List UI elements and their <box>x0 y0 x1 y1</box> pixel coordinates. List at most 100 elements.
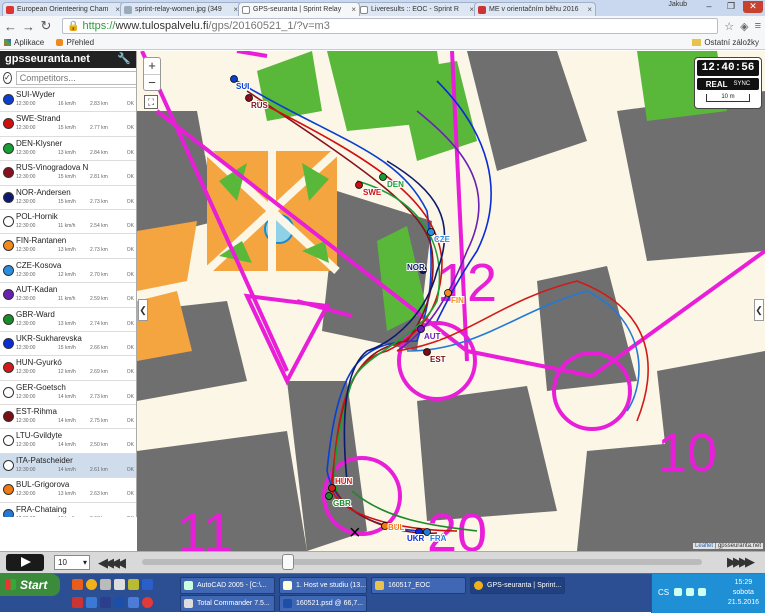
network-icon[interactable] <box>686 588 694 596</box>
competitor-color-dot[interactable] <box>3 435 14 447</box>
competitor-color-dot[interactable] <box>3 215 14 227</box>
competitor-row[interactable]: UKR-Sukharevska 12:30:00 15 km/h 2.66 km OK <box>0 332 136 357</box>
app-icon[interactable] <box>72 597 83 608</box>
start-button[interactable]: Start <box>0 574 60 596</box>
bookmark-apps[interactable]: Aplikace <box>4 38 44 47</box>
competitor-color-dot[interactable] <box>3 289 14 301</box>
competitor-row[interactable]: LTU-Gvildyte 12:30:00 14 km/h 2.50 km OK <box>0 429 136 454</box>
app-icon[interactable] <box>128 579 139 590</box>
leaflet-link[interactable]: Leaflet <box>695 543 713 549</box>
expand-panel-icon[interactable]: ❮ <box>754 299 764 321</box>
competitor-row[interactable]: EST-Rihma 12:30:00 14 km/h 2.75 km OK <box>0 405 136 430</box>
volume-icon[interactable] <box>698 588 706 596</box>
competitor-row[interactable]: GER-Goetsch 12:30:00 14 km/h 2.73 km OK <box>0 381 136 406</box>
competitor-color-dot[interactable] <box>3 386 14 398</box>
sync-mode-toggle[interactable]: SYNC <box>734 81 751 87</box>
star-icon[interactable]: ☆ <box>724 20 734 33</box>
timeline-slider[interactable] <box>142 554 702 570</box>
bookmark-prehled[interactable]: Přehled <box>56 38 94 47</box>
app-icon[interactable] <box>114 579 125 590</box>
browser-user-name[interactable]: Jakub <box>668 1 687 8</box>
app-icon[interactable] <box>100 579 111 590</box>
taskbar-host-studio[interactable]: 1. Host ve studiu (13... <box>279 577 367 594</box>
competitor-color-dot[interactable] <box>3 191 14 203</box>
competitor-color-dot[interactable] <box>3 484 14 496</box>
real-mode-toggle[interactable]: REAL <box>706 80 728 89</box>
taskbar-folder[interactable]: 160517_EOC <box>371 577 466 594</box>
competitor-row[interactable]: GBR-Ward 12:30:00 13 km/h 2.74 km OK <box>0 308 136 332</box>
competitor-row[interactable]: FRA-Chataing12:30:0013 km/h2.67 kmOK <box>0 503 136 517</box>
competitor-row[interactable]: HUN-Gyurkó 12:30:00 12 km/h 2.69 km OK <box>0 356 136 381</box>
tab-gps-seuranta[interactable]: GPS-seuranta | Sprint Relay × <box>238 2 360 16</box>
competitor-color-dot[interactable] <box>3 94 14 105</box>
clock[interactable]: 15:29 sobota 21.5.2016 <box>728 578 759 608</box>
app-icon[interactable] <box>100 597 111 608</box>
forward-arrow-icon[interactable]: → <box>22 19 35 34</box>
competitor-row[interactable]: FIN-Rantanen 12:30:00 13 km/h 2.73 km OK <box>0 234 136 259</box>
reload-icon[interactable]: ↻ <box>40 18 52 34</box>
collapse-sidebar-icon[interactable]: ❮ <box>138 299 148 321</box>
competitor-row[interactable]: POL-Hornik 12:30:00 11 km/h 2.54 km OK <box>0 210 136 235</box>
zoom-in-button[interactable]: + <box>144 58 160 74</box>
taskbar-total-commander[interactable]: Total Commander 7.5... <box>180 595 275 612</box>
competitor-color-dot[interactable] <box>3 142 14 154</box>
taskbar-autocad[interactable]: AutoCAD 2005 - [C:\... <box>180 577 275 594</box>
map-view[interactable]: 12 10 11 20 × SUI RUS DEN SWE CZE NOR FIN AUT ES… <box>137 51 765 551</box>
competitor-color-dot[interactable] <box>3 362 14 374</box>
close-tab-icon[interactable]: × <box>351 3 356 16</box>
timeline-handle[interactable] <box>281 554 294 570</box>
menu-icon[interactable]: ≡ <box>755 20 761 33</box>
photoshop-icon[interactable] <box>114 597 125 608</box>
tab-eoc[interactable]: European Orienteering Cham × <box>2 2 124 16</box>
extension-icon[interactable]: ◈ <box>740 20 748 33</box>
taskbar-gps-seuranta[interactable]: GPS-seuranta | Sprint... <box>470 577 565 594</box>
tray-icon[interactable] <box>674 588 682 596</box>
tab-me-orientacni[interactable]: ME v orientačním běhu 2016 × <box>474 2 596 16</box>
competitor-row[interactable]: AUT-Kadan 12:30:00 11 km/h 2.59 km OK <box>0 283 136 308</box>
competitor-row[interactable]: DEN-Klysner 12:30:00 13 km/h 2.84 km OK <box>0 137 136 162</box>
competitor-color-dot[interactable] <box>3 459 14 471</box>
fullscreen-icon[interactable]: ⛶ <box>144 95 158 109</box>
competitor-row[interactable]: RUS-Vinogradova N 12:30:00 15 km/h 2.81 km O… <box>0 161 136 186</box>
competitor-color-dot[interactable] <box>3 167 14 179</box>
url-input[interactable]: 🔒 https://www.tulospalvelu.fi/gps/2016052… <box>62 18 719 34</box>
fast-forward-icon[interactable]: ▶▶▶▶ <box>727 554 755 570</box>
back-arrow-icon[interactable]: ← <box>4 19 17 34</box>
competitor-row[interactable]: NOR-Andersen 12:30:00 15 km/h 2.73 km OK <box>0 186 136 210</box>
competitor-row[interactable]: BUL-Grigorova 12:30:00 13 km/h 2.63 km OK <box>0 478 136 503</box>
zoom-out-button[interactable]: − <box>144 74 160 90</box>
close-window-icon[interactable]: ✕ <box>743 1 763 13</box>
maximize-icon[interactable]: ❐ <box>721 1 741 13</box>
speed-select[interactable]: 10 <box>54 555 90 570</box>
runner-marker-swe[interactable] <box>355 181 363 189</box>
competitor-color-dot[interactable] <box>3 264 14 276</box>
app-icon[interactable] <box>128 597 139 608</box>
tab-liveresults[interactable]: Liveresults :: EOC - Sprint R × <box>356 2 478 16</box>
chrome-icon[interactable] <box>86 579 97 590</box>
language-indicator[interactable]: CS <box>658 588 669 597</box>
competitor-color-dot[interactable] <box>3 508 14 517</box>
app-icon[interactable] <box>72 579 83 590</box>
competitor-row[interactable]: SWE-Strand 12:30:00 15 km/h 2.77 km OK <box>0 112 136 137</box>
rewind-icon[interactable]: ◀◀◀◀ <box>98 555 126 571</box>
competitor-color-dot[interactable] <box>3 118 14 130</box>
app-icon[interactable] <box>142 579 153 590</box>
other-bookmarks[interactable]: Ostatní záložky <box>692 36 759 49</box>
competitor-row[interactable]: ITA-Patscheider 12:30:00 14 km/h 2.61 km OK <box>0 453 136 479</box>
minimize-icon[interactable]: – <box>699 1 719 13</box>
runner-marker-gbr[interactable] <box>325 492 333 500</box>
competitor-color-dot[interactable] <box>3 411 14 423</box>
competitor-color-dot[interactable] <box>3 240 14 252</box>
runner-marker-den[interactable] <box>379 173 387 181</box>
close-tab-icon[interactable]: × <box>587 3 592 16</box>
competitor-row[interactable]: CZE-Kosova 12:30:00 12 km/h 2.70 km OK <box>0 259 136 284</box>
app-icon[interactable] <box>142 597 153 608</box>
competitor-color-dot[interactable] <box>3 337 14 349</box>
competitor-row[interactable]: SUI-Wyder 12:30:00 16 km/h 2.83 km OK <box>0 88 136 113</box>
taskbar-photoshop[interactable]: 160521.psd @ 66,7... <box>279 595 367 612</box>
competitor-search-input[interactable] <box>15 70 136 85</box>
app-icon[interactable] <box>86 597 97 608</box>
select-all-check-icon[interactable]: ✓ <box>3 71 12 84</box>
wrench-icon[interactable]: 🔧 <box>117 51 131 68</box>
play-button[interactable] <box>6 554 44 571</box>
